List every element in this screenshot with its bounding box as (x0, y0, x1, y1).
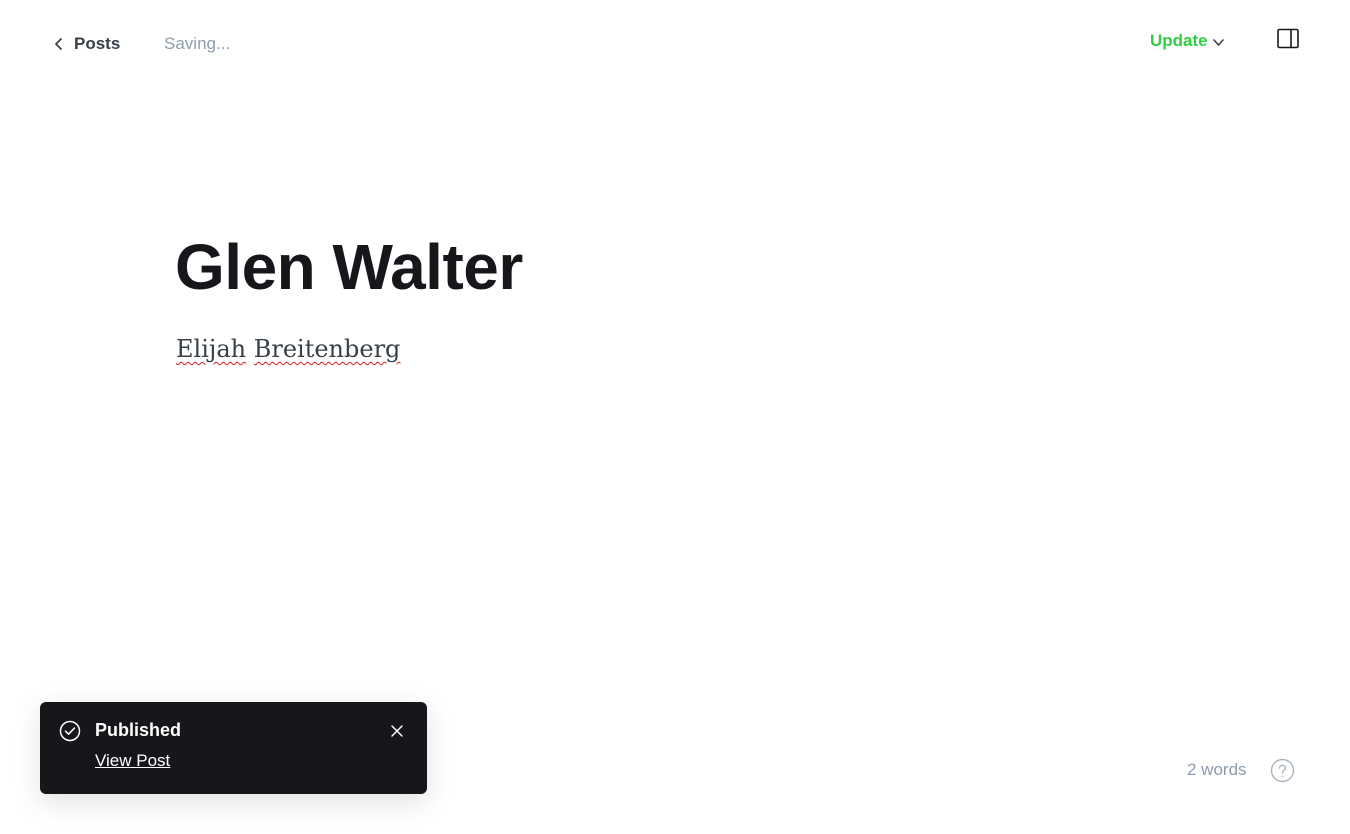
publish-notification: Published View Post (40, 702, 427, 794)
chevron-down-icon (1212, 39, 1224, 46)
close-icon[interactable] (389, 723, 405, 739)
settings-menu-toggle[interactable] (1276, 28, 1300, 50)
post-editor-page: Posts Saving... Update Glen Walter Elija… (0, 0, 1350, 834)
word-count: 2 words (1187, 760, 1247, 779)
help-circle-icon[interactable] (1270, 758, 1295, 783)
save-status: Saving... (164, 34, 231, 53)
post-title[interactable]: Glen Walter (175, 228, 523, 306)
update-button-label: Update (1150, 31, 1208, 50)
body-word: Elijah (176, 335, 247, 363)
chevron-left-icon (55, 38, 62, 50)
back-link-label: Posts (74, 34, 121, 53)
check-circle-icon (59, 720, 81, 742)
back-to-posts-link[interactable]: Posts (52, 30, 120, 58)
sidebar-toggle-icon (1277, 28, 1299, 49)
notification-title: Published (95, 720, 182, 740)
body-word: Breitenberg (253, 335, 401, 363)
view-post-link[interactable]: View Post (95, 751, 170, 771)
update-button[interactable]: Update (1150, 31, 1225, 51)
post-body-editor[interactable]: Elijah Breitenberg (176, 332, 400, 366)
